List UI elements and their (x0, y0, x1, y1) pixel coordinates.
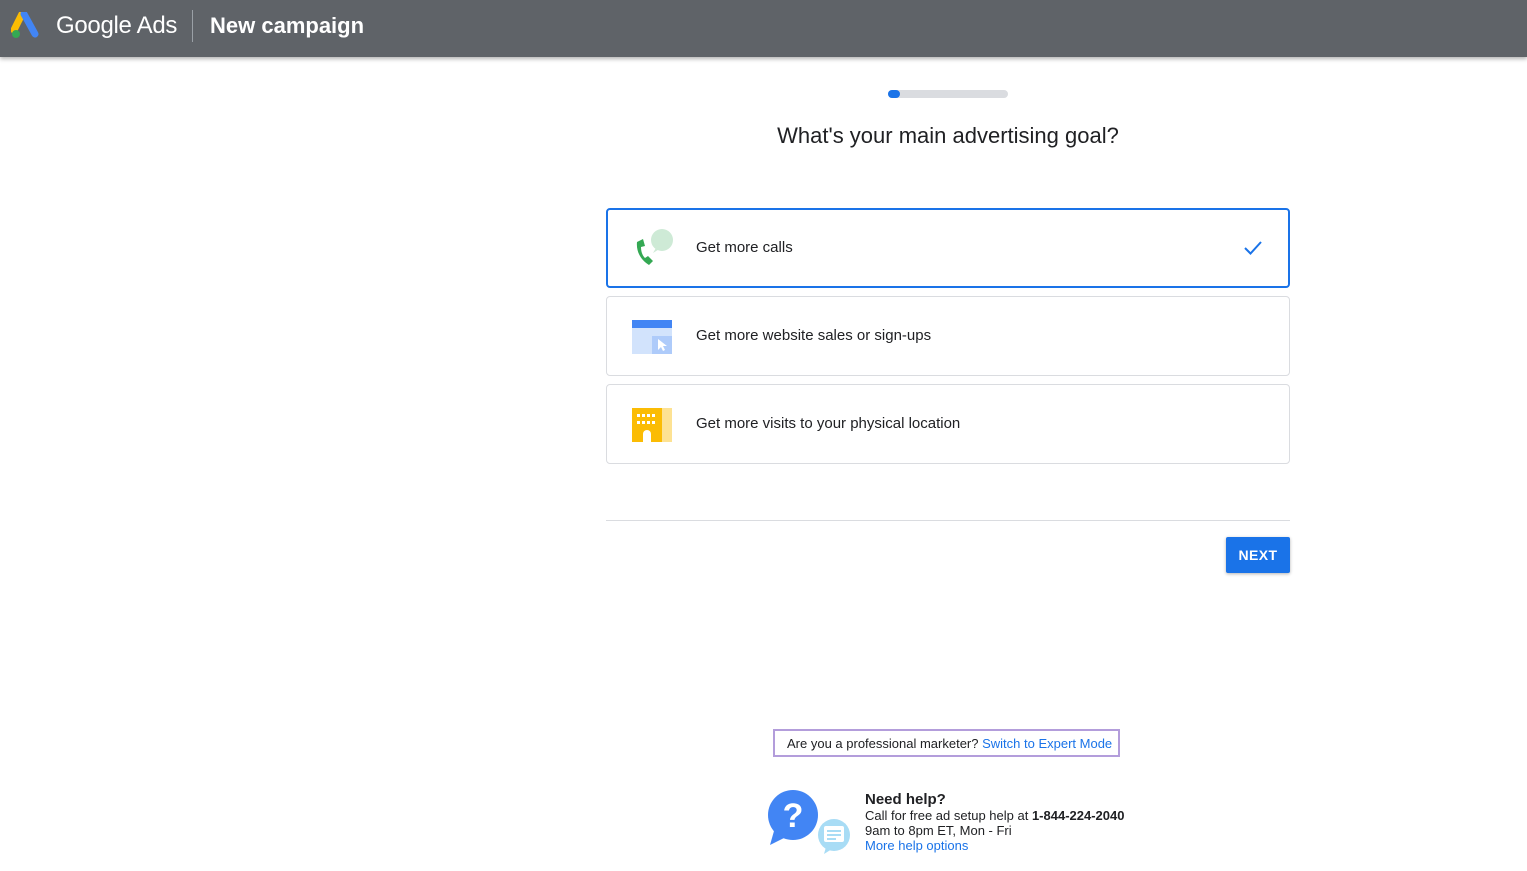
help-chat-icon: ? (768, 790, 850, 854)
goal-option-website[interactable]: Get more website sales or sign-ups (606, 296, 1290, 376)
progress-fill (888, 90, 900, 98)
goal-question-heading: What's your main advertising goal? (777, 123, 1119, 148)
checkmark-icon (1244, 241, 1262, 255)
phone-chat-icon (636, 229, 673, 265)
top-app-bar: Google Ads New campaign (0, 0, 1527, 57)
header-divider (192, 10, 193, 42)
goal-option-label: Get more calls (696, 239, 793, 256)
switch-to-expert-mode-link[interactable]: Switch to Expert Mode (982, 736, 1112, 751)
help-phone-number: 1-844-224-2040 (1031, 808, 1125, 823)
progress-bar (888, 90, 1008, 98)
help-call-text: Call for free ad setup help at (865, 808, 1029, 823)
website-cursor-icon (632, 320, 672, 354)
next-button[interactable]: NEXT (1226, 537, 1290, 573)
section-divider (606, 520, 1290, 521)
goal-option-label: Get more website sales or sign-ups (696, 327, 932, 344)
page-title: New campaign (210, 13, 365, 38)
goal-option-calls[interactable]: Get more calls (606, 208, 1290, 288)
expert-mode-question: Are you a professional marketer? (787, 736, 979, 751)
goal-option-location[interactable]: Get more visits to your physical locatio… (606, 384, 1290, 464)
help-hours: 9am to 8pm ET, Mon - Fri (865, 823, 1012, 838)
help-call-line: Call for free ad setup help at 1-844-224… (865, 808, 1124, 823)
goal-option-label: Get more visits to your physical locatio… (696, 415, 961, 432)
more-help-options-link[interactable]: More help options (865, 838, 968, 853)
help-title: Need help? (865, 791, 946, 808)
brand-name: Google Ads (56, 12, 178, 39)
storefront-icon (632, 408, 672, 442)
expert-mode-prompt: Are you a professional marketer? Switch … (773, 729, 1120, 757)
svg-text:?: ? (783, 797, 804, 835)
google-ads-logo-icon[interactable] (11, 12, 43, 40)
